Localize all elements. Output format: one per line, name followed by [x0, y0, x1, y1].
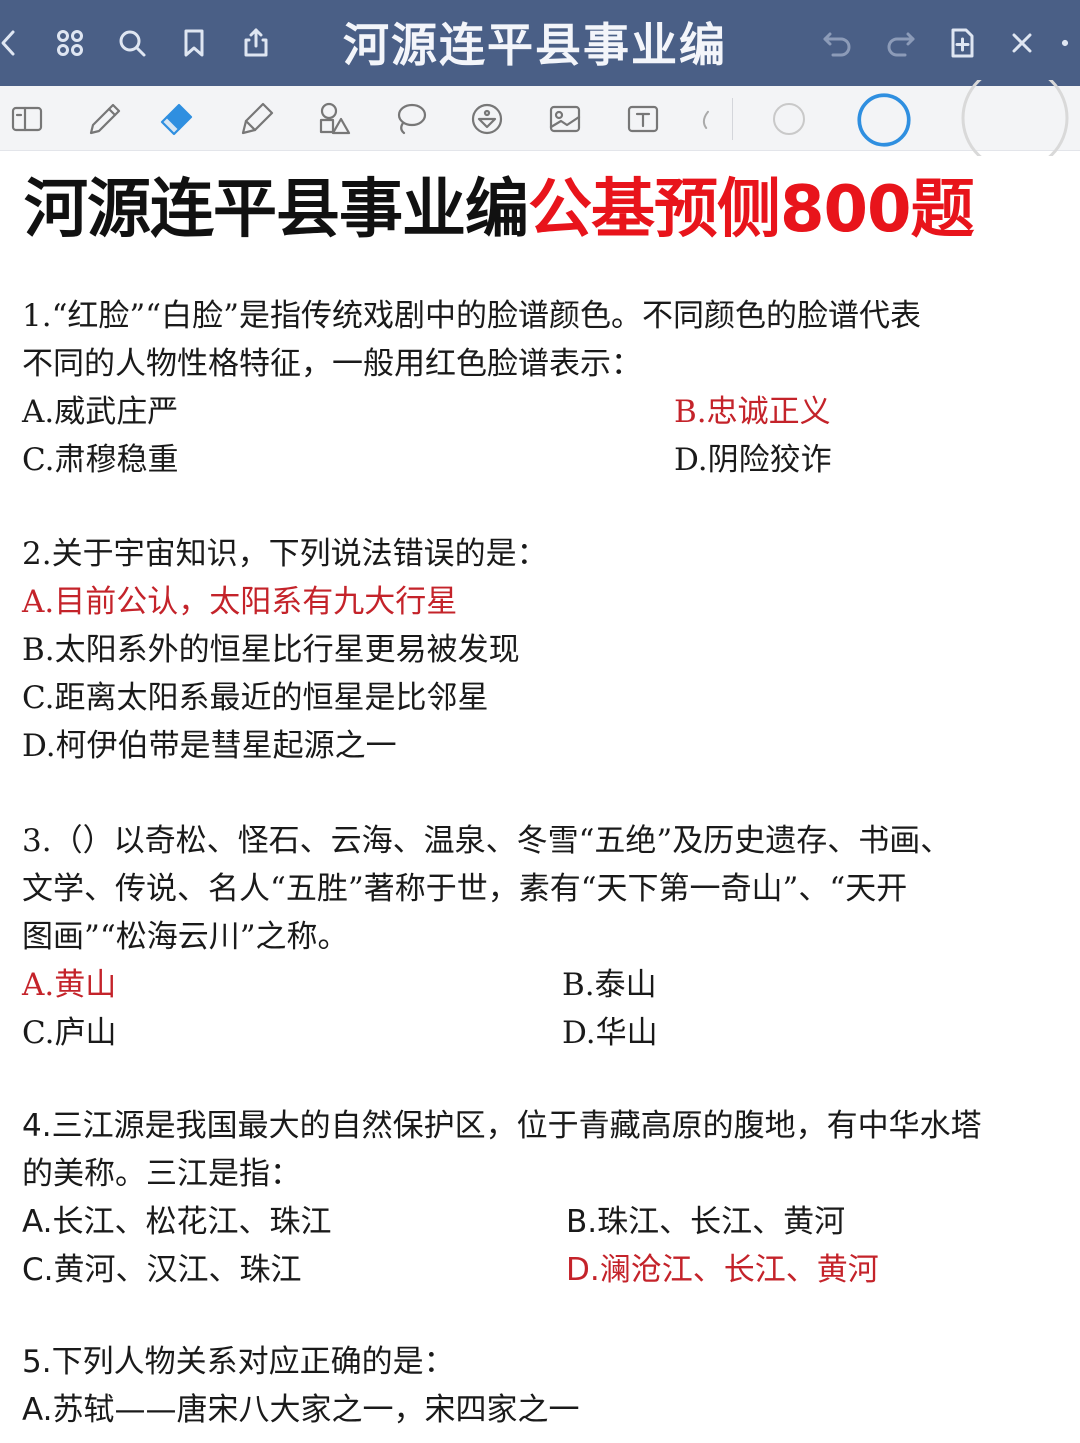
question-stem-line: 5.下列人物关系对应正确的是： [22, 1344, 455, 1380]
thin-stroke-icon[interactable] [764, 94, 814, 144]
link-icon[interactable] [690, 94, 726, 144]
more-icon[interactable] [1050, 20, 1080, 66]
option-d: D.华山 [562, 1015, 658, 1051]
option-b-correct: B.忠诚正义 [674, 394, 831, 430]
question-4: 4.三江源是我国最大的自然保护区，位于青藏高原的腹地，有中华水塔 的美称。三江是… [22, 1102, 1067, 1294]
question-stem-line: 1.“红脸”“白脸”是指传统戏剧中的脸谱颜色。不同颜色的脸谱代表 [22, 298, 921, 334]
back-icon[interactable] [0, 20, 30, 66]
option-a: A.长江、松花江、珠江 [22, 1204, 332, 1240]
toolbar-divider [732, 98, 733, 140]
question-2: 2.关于宇宙知识，下列说法错误的是： A.目前公认，太阳系有九大行星 B.太阳系… [22, 530, 1067, 770]
option-a-correct: A.黄山 [22, 967, 117, 1003]
share-icon[interactable] [234, 20, 278, 66]
undo-icon[interactable] [816, 20, 860, 66]
option-d-correct: D.澜沧江、长江、黄河 [566, 1252, 879, 1288]
question-stem-line: 图画”“松海云川”之称。 [22, 919, 349, 955]
thick-stroke-icon[interactable] [950, 80, 1080, 156]
text-box-icon[interactable] [618, 94, 668, 144]
question-stem-line: 3.（）以奇松、怪石、云海、温泉、冬雪“五绝”及历史遗存、书画、 [22, 823, 952, 859]
heading-red: 公基预侧800题 [528, 173, 975, 247]
sticker-icon[interactable] [462, 94, 512, 144]
pen-icon[interactable] [80, 94, 130, 144]
bookmark-icon[interactable] [172, 20, 216, 66]
option-a: A.苏轼——唐宋八大家之一，宋四家之一 [22, 1392, 580, 1428]
option-a-correct: A.目前公认，太阳系有九大行星 [22, 584, 458, 620]
option-c: C.庐山 [22, 1015, 117, 1051]
option-d: D.柯伊伯带是彗星起源之一 [22, 728, 397, 764]
question-stem-line: 不同的人物性格特征，一般用红色脸谱表示： [22, 346, 642, 382]
option-c: C.距离太阳系最近的恒星是比邻星 [22, 680, 489, 716]
highlighter-icon[interactable] [232, 94, 282, 144]
lasso-icon[interactable] [386, 94, 436, 144]
question-stem-line: 文学、传说、名人“五胜”著称于世，素有“天下第一奇山”、“天开 [22, 871, 908, 907]
eraser-icon[interactable] [152, 94, 202, 144]
redo-icon[interactable] [878, 20, 922, 66]
image-icon[interactable] [540, 94, 590, 144]
heading-black: 河源连平县事业编 [24, 173, 529, 247]
page-heading: 河源连平县事业编公基预侧800题 [24, 168, 1074, 252]
drawing-toolbar [0, 80, 1080, 156]
question-3: 3.（）以奇松、怪石、云海、温泉、冬雪“五绝”及历史遗存、书画、 文学、传说、名… [22, 817, 1067, 1057]
option-b: B.珠江、长江、黄河 [566, 1204, 846, 1240]
add-page-icon[interactable] [940, 20, 984, 66]
grid-icon[interactable] [48, 20, 92, 66]
medium-stroke-icon[interactable] [848, 84, 920, 156]
document-title: 河源连平县事业编 [343, 18, 727, 72]
option-c: C.肃穆稳重 [22, 442, 179, 478]
option-c: C.黄河、汉江、珠江 [22, 1252, 302, 1288]
question-1: 1.“红脸”“白脸”是指传统戏剧中的脸谱颜色。不同颜色的脸谱代表 不同的人物性格… [22, 292, 1067, 484]
question-5: 5.下列人物关系对应正确的是： A.苏轼——唐宋八大家之一，宋四家之一 [22, 1338, 1067, 1434]
option-b: B.太阳系外的恒星比行星更易被发现 [22, 632, 520, 668]
option-d: D.阴险狡诈 [674, 442, 832, 478]
question-stem-line: 2.关于宇宙知识，下列说法错误的是： [22, 536, 548, 572]
search-icon[interactable] [110, 20, 154, 66]
question-stem-line: 4.三江源是我国最大的自然保护区，位于青藏高原的腹地，有中华水塔 [22, 1108, 982, 1144]
option-b: B.泰山 [562, 967, 657, 1003]
page-view-icon[interactable] [2, 94, 52, 144]
option-a: A.威武庄严 [22, 394, 179, 430]
shapes-icon[interactable] [308, 94, 358, 144]
close-icon[interactable] [1000, 20, 1044, 66]
app-toolbar: 河源连平县事业编 [0, 0, 1080, 86]
question-stem-line: 的美称。三江是指： [22, 1156, 301, 1192]
